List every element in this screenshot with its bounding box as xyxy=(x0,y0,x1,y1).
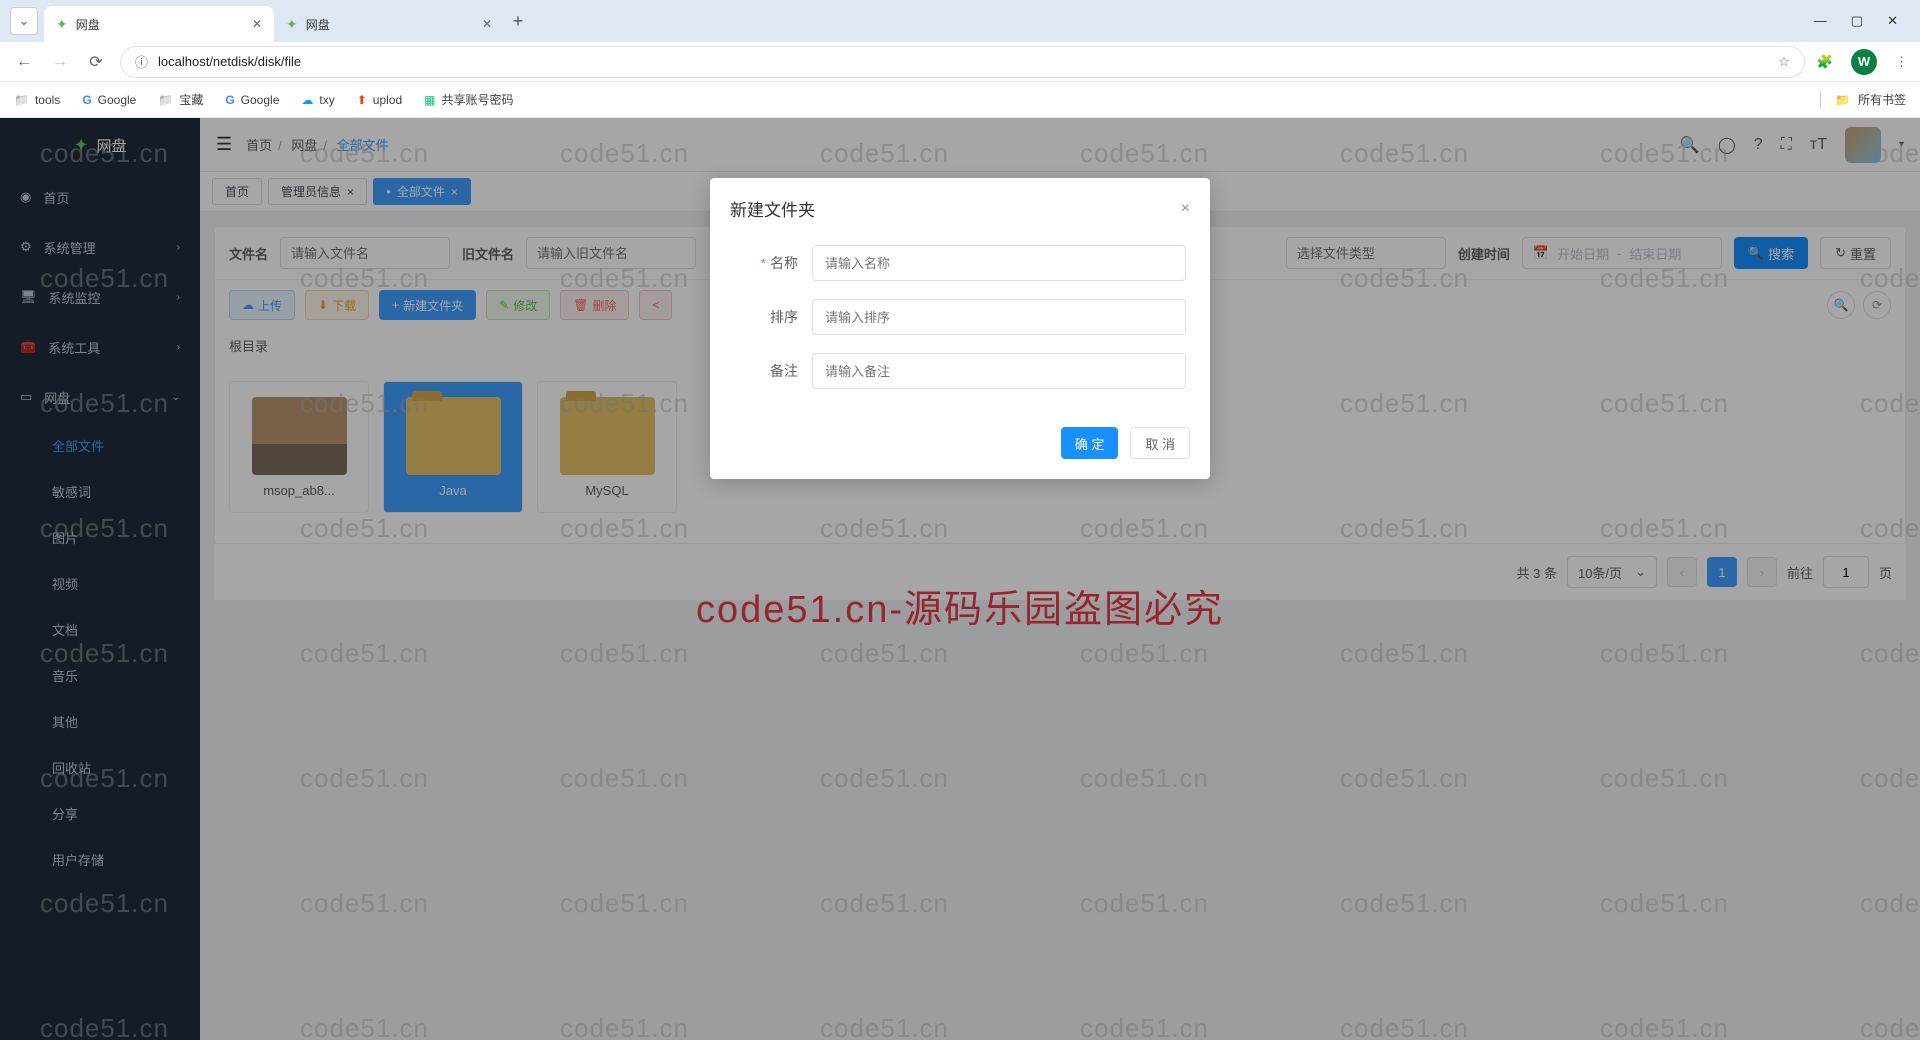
maximize-icon[interactable]: ▢ xyxy=(1851,13,1863,29)
browser-tab[interactable]: ✦ 网盘 ✕ xyxy=(274,6,504,42)
url-input[interactable]: ⓘ localhost/netdisk/disk/file ☆ xyxy=(120,46,1805,78)
browser-tab-active[interactable]: ✦ 网盘 ✕ xyxy=(44,6,274,42)
site-info-icon[interactable]: ⓘ xyxy=(135,52,148,71)
profile-avatar[interactable]: W xyxy=(1851,49,1877,75)
dialog-close-icon[interactable]: × xyxy=(1181,200,1190,218)
forward-button[interactable]: → xyxy=(48,53,72,71)
tab-favicon: ✦ xyxy=(286,16,298,33)
tab-search-button[interactable]: ⌄ xyxy=(10,7,38,35)
tab-close-icon[interactable]: ✕ xyxy=(482,17,492,31)
bookmark-star-icon[interactable]: ☆ xyxy=(1778,54,1790,70)
new-tab-button[interactable]: + xyxy=(504,11,532,32)
name-input[interactable] xyxy=(812,245,1186,281)
window-controls: — ▢ ✕ xyxy=(1814,13,1910,29)
bookmark-item[interactable]: ⬆uplod xyxy=(357,93,402,107)
bookmark-item[interactable]: ☁txy xyxy=(301,93,334,107)
dialog-title: 新建文件夹 xyxy=(730,196,815,221)
extensions-icon[interactable]: 🧩 xyxy=(1817,54,1833,70)
tab-favicon: ✦ xyxy=(56,16,68,33)
bookmark-item[interactable]: GGoogle xyxy=(225,93,279,107)
sort-label: 排序 xyxy=(734,307,812,327)
address-bar: ← → ⟳ ⓘ localhost/netdisk/disk/file ☆ 🧩 … xyxy=(0,42,1920,82)
bookmark-bar: tools GGoogle 宝藏 GGoogle ☁txy ⬆uplod ▦共享… xyxy=(0,82,1920,118)
reload-button[interactable]: ⟳ xyxy=(84,52,108,72)
remark-input[interactable] xyxy=(812,353,1186,389)
bookmark-item[interactable]: tools xyxy=(14,93,60,107)
tab-close-icon[interactable]: ✕ xyxy=(252,17,262,31)
back-button[interactable]: ← xyxy=(12,53,36,71)
remark-label: 备注 xyxy=(734,361,812,381)
bookmark-item[interactable]: 宝藏 xyxy=(158,91,203,108)
tab-title: 网盘 xyxy=(306,16,330,33)
menu-icon[interactable]: ⋮ xyxy=(1895,54,1908,70)
confirm-button[interactable]: 确 定 xyxy=(1061,427,1119,459)
minimize-icon[interactable]: — xyxy=(1814,13,1827,29)
modal-overlay[interactable]: 新建文件夹 × *名称 排序 备注 确 定 取 消 xyxy=(0,118,1920,1040)
name-label: *名称 xyxy=(734,253,812,273)
tab-title: 网盘 xyxy=(76,16,100,33)
close-icon[interactable]: ✕ xyxy=(1887,13,1898,29)
browser-tab-strip: ⌄ ✦ 网盘 ✕ ✦ 网盘 ✕ + — ▢ ✕ xyxy=(0,0,1920,42)
new-folder-dialog: 新建文件夹 × *名称 排序 备注 确 定 取 消 xyxy=(710,178,1210,479)
bookmark-item[interactable]: GGoogle xyxy=(82,93,136,107)
cancel-button[interactable]: 取 消 xyxy=(1130,427,1190,459)
all-bookmarks-button[interactable]: 📁 所有书签 xyxy=(1820,91,1906,108)
url-text: localhost/netdisk/disk/file xyxy=(158,54,301,69)
bookmark-item[interactable]: ▦共享账号密码 xyxy=(424,91,513,108)
sort-input[interactable] xyxy=(812,299,1186,335)
